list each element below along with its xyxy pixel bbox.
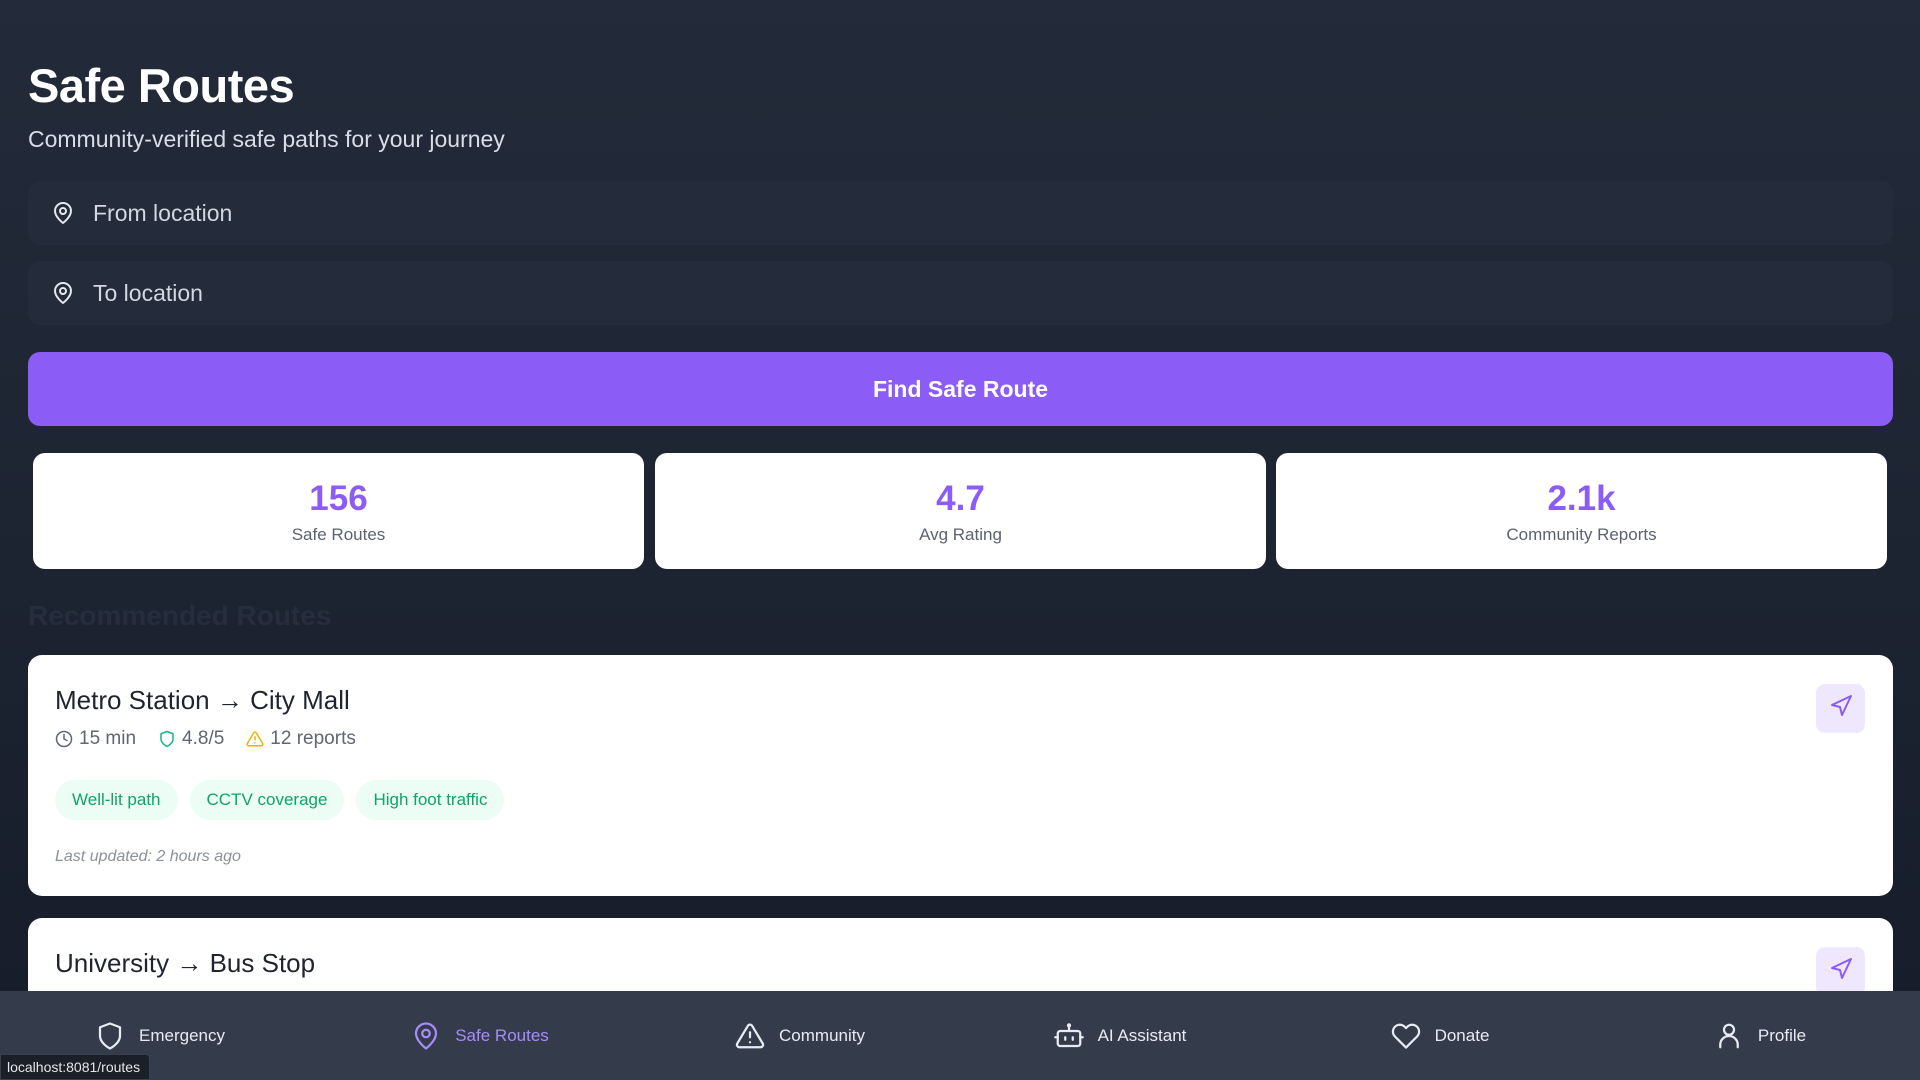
navigation-icon (1829, 957, 1853, 986)
nav-item-community[interactable]: Community (640, 991, 960, 1080)
bottom-nav: Emergency Safe Routes Community AI Assis… (0, 991, 1920, 1080)
route-tag: Well-lit path (55, 780, 178, 820)
user-icon (1714, 1021, 1744, 1051)
route-title: Metro Station → City Mall (55, 685, 350, 715)
stat-label: Avg Rating (919, 525, 1002, 544)
alert-triangle-icon (735, 1021, 765, 1051)
to-location-input[interactable] (93, 279, 1793, 307)
nav-label: AI Assistant (1097, 1025, 1187, 1045)
status-bar-url: localhost:8081/routes (0, 1054, 151, 1080)
to-location-field[interactable] (28, 261, 1893, 325)
alert-triangle-icon (246, 731, 264, 747)
shield-icon (95, 1021, 125, 1051)
navigate-button[interactable] (1816, 684, 1865, 733)
stat-card-avg-rating: 4.7 Avg Rating (655, 453, 1266, 569)
navigate-button[interactable] (1816, 947, 1865, 996)
heart-icon (1391, 1021, 1421, 1051)
stat-value: 2.1k (1547, 479, 1616, 518)
route-reports: 12 reports (246, 728, 356, 750)
find-safe-route-button[interactable]: Find Safe Route (28, 352, 1893, 426)
route-tags: Well-lit path CCTV coverage High foot tr… (55, 780, 516, 820)
page-title: Safe Routes (28, 59, 295, 112)
nav-label: Safe Routes (455, 1025, 549, 1045)
route-meta: 15 min 4.8/5 12 reports (55, 728, 378, 750)
clock-icon (55, 730, 73, 748)
stat-value: 156 (309, 479, 368, 518)
route-updated: Last updated: 2 hours ago (55, 848, 241, 865)
route-card[interactable]: Metro Station → City Mall 15 min 4.8/5 1… (28, 655, 1893, 896)
stat-label: Safe Routes (291, 525, 386, 544)
route-rating: 4.8/5 (158, 728, 224, 750)
nav-item-ai-assistant[interactable]: AI Assistant (960, 991, 1280, 1080)
stat-card-safe-routes: 156 Safe Routes (33, 453, 644, 569)
map-pin-icon (50, 200, 76, 226)
map-pin-icon (411, 1021, 441, 1051)
page-subtitle: Community-verified safe paths for your j… (28, 126, 505, 152)
route-tag: High foot traffic (356, 780, 505, 820)
route-duration: 15 min (55, 728, 136, 750)
nav-item-profile[interactable]: Profile (1600, 991, 1920, 1080)
nav-item-safe-routes[interactable]: Safe Routes (320, 991, 640, 1080)
from-location-field[interactable] (28, 181, 1893, 245)
nav-label: Emergency (139, 1025, 225, 1045)
shield-icon (160, 730, 174, 748)
nav-label: Community (779, 1025, 865, 1045)
from-location-input[interactable] (93, 199, 1793, 227)
stat-value: 4.7 (936, 479, 985, 518)
nav-label: Donate (1434, 1025, 1490, 1045)
bot-icon (1053, 1021, 1084, 1051)
stat-label: Community Reports (1506, 525, 1657, 544)
section-title: Recommended Routes (28, 600, 332, 631)
reports-text: 12 reports (270, 728, 356, 749)
nav-label: Profile (1757, 1025, 1807, 1045)
map-pin-icon (50, 280, 76, 306)
route-title: University → Bus Stop (55, 948, 316, 978)
nav-item-donate[interactable]: Donate (1280, 991, 1600, 1080)
navigation-icon (1829, 694, 1853, 723)
route-tag: CCTV coverage (189, 780, 345, 820)
stat-card-community-reports: 2.1k Community Reports (1276, 453, 1887, 569)
duration-text: 15 min (79, 728, 137, 749)
rating-text: 4.8/5 (182, 728, 225, 749)
